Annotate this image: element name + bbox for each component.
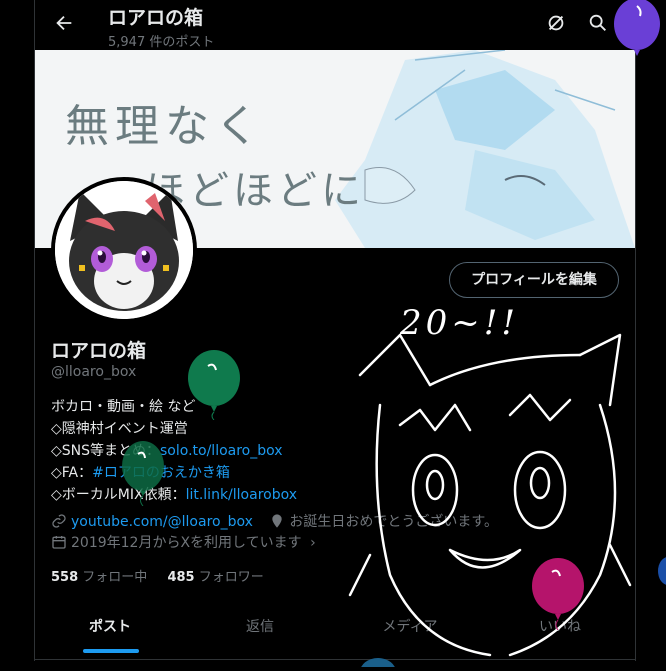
doodle-text: 20~!!	[400, 303, 520, 343]
search-icon[interactable]	[587, 12, 613, 38]
balloon-purple-icon	[612, 0, 662, 62]
balloon-edge-icon	[656, 556, 666, 590]
bio-line: ◇FA：#ロアロのおえかき箱	[51, 462, 297, 484]
followers-label: フォロワー	[198, 570, 264, 585]
avatar[interactable]	[51, 177, 197, 323]
following-count: 558	[51, 570, 79, 585]
joined-text: 2019年12月からXを利用しています	[71, 535, 302, 551]
solo-link[interactable]: solo.to/lloaro_box	[160, 443, 283, 459]
doodle-overlay: 20~!!	[340, 295, 640, 661]
tab-replies[interactable]: 返信	[185, 606, 335, 659]
refresh-icon[interactable]	[545, 12, 571, 38]
balloon-blue-icon	[358, 652, 398, 671]
banner-text-line1: 無理なく	[65, 101, 265, 152]
tab-label: ポスト	[89, 619, 131, 635]
tab-label: 返信	[246, 619, 274, 635]
following-link[interactable]: 558 フォロー中	[51, 570, 147, 585]
tab-posts[interactable]: ポスト	[35, 606, 185, 659]
back-arrow-icon[interactable]	[51, 12, 77, 38]
active-tab-indicator	[83, 649, 139, 653]
post-count: 5,947 件のポスト	[108, 35, 215, 50]
balloon-magenta-icon	[530, 558, 586, 634]
follow-stats: 558 フォロー中 485 フォロワー	[51, 566, 264, 585]
bio-line: ◇隠神村イベント運営	[51, 421, 188, 437]
chevron-right-icon: ›	[310, 535, 316, 551]
balloon-green-small-icon	[120, 440, 166, 510]
link-icon	[51, 513, 67, 533]
calendar-icon	[51, 534, 67, 554]
bio-prefix: ◇FA：	[51, 465, 93, 481]
balloon-green-icon	[186, 350, 242, 424]
balloon-location-icon	[269, 513, 285, 533]
website-link[interactable]: youtube.com/@lloaro_box	[71, 514, 253, 530]
bio-line: ボカロ・動画・絵 など	[51, 399, 196, 415]
bio-line: ◇SNS等まとめ：solo.to/lloaro_box	[51, 440, 297, 462]
edit-profile-button[interactable]: プロフィールを編集	[449, 262, 619, 298]
header-title: ロアロの箱	[108, 7, 204, 29]
profile-name: ロアロの箱	[51, 340, 147, 362]
litlink-link[interactable]: lit.link/lloarobox	[186, 487, 297, 503]
following-label: フォロー中	[82, 570, 148, 585]
profile-bio: ボカロ・動画・絵 など ◇隠神村イベント運営 ◇SNS等まとめ：solo.to/…	[51, 396, 297, 506]
bio-line: ◇ボーカルMIX依頼：lit.link/lloarobox	[51, 484, 297, 506]
top-bar: ロアロの箱 5,947 件のポスト	[35, 0, 635, 50]
joined-row[interactable]: 2019年12月からXを利用しています ›	[51, 532, 316, 554]
followers-link[interactable]: 485 フォロワー	[167, 570, 263, 585]
followers-count: 485	[167, 570, 195, 585]
profile-handle: @lloaro_box	[51, 364, 137, 380]
